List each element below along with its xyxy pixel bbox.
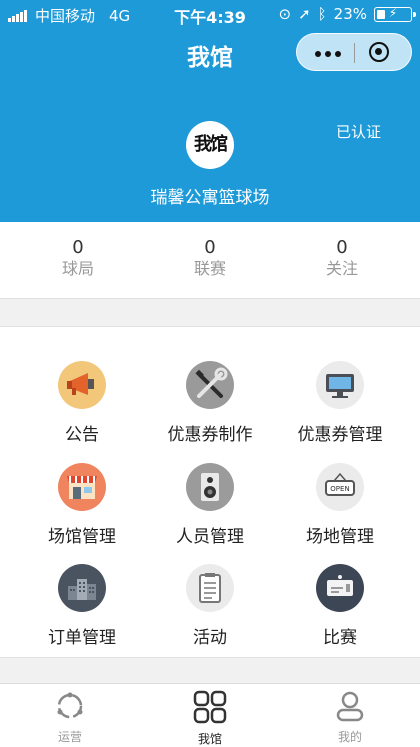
- menu-label: 场地管理: [306, 527, 374, 547]
- stat-label: 联赛: [193, 259, 226, 278]
- function-grid: 公告 优惠券制作 优惠券管理 场馆管理 人员管理 OPEN 场地管理 订单管理 …: [0, 326, 420, 658]
- menu-coupon-create[interactable]: 优惠券制作: [140, 361, 280, 445]
- stat-games[interactable]: 0 球局: [8, 238, 148, 280]
- stat-label: 球局: [61, 259, 94, 278]
- tools-icon: [186, 361, 234, 409]
- menu-label: 订单管理: [48, 628, 116, 648]
- menu-staff-manage[interactable]: 人员管理: [140, 463, 280, 547]
- tab-label: 我馆: [197, 732, 222, 746]
- tab-label: 运营: [57, 730, 82, 744]
- mini-program-capsule: [296, 33, 412, 71]
- menu-label: 优惠券制作: [167, 425, 253, 445]
- speaker-icon: [186, 463, 234, 511]
- bluetooth-icon: ᛒ: [317, 5, 327, 23]
- stat-label: 关注: [325, 259, 358, 278]
- clipboard-icon: [186, 564, 234, 612]
- menu-venue-manage[interactable]: 场馆管理: [12, 463, 152, 547]
- menu-order-manage[interactable]: 订单管理: [12, 564, 152, 648]
- svg-text:OPEN: OPEN: [330, 485, 349, 493]
- tab-bar: 运营 我馆 我的: [0, 683, 420, 747]
- header: 中国移动 4G 下午4:39 ⊙ ➚ ᛒ 23% ⚡ 我馆 已认证 我馆 瑞馨公…: [0, 0, 420, 222]
- menu-label: 场馆管理: [48, 527, 116, 547]
- menu-label: 优惠券管理: [297, 425, 383, 445]
- location-icon: ➚: [298, 5, 311, 23]
- status-bar: 中国移动 4G 下午4:39 ⊙ ➚ ᛒ 23% ⚡: [0, 0, 420, 28]
- storefront-icon: [58, 463, 106, 511]
- battery-icon: ⚡: [374, 6, 416, 22]
- battery-percent: 23%: [333, 5, 367, 23]
- menu-label: 活动: [193, 628, 227, 648]
- open-sign-icon: OPEN: [316, 463, 364, 511]
- tab-mine[interactable]: 我的: [280, 690, 420, 745]
- menu-court-manage[interactable]: OPEN 场地管理: [270, 463, 410, 547]
- tab-label: 我的: [337, 730, 362, 744]
- monitor-icon: [316, 361, 364, 409]
- menu-label: 比赛: [323, 628, 357, 648]
- buildings-icon: [58, 564, 106, 612]
- verified-badge: 已认证: [336, 123, 382, 141]
- menu-activity[interactable]: 活动: [140, 564, 280, 648]
- stat-follows[interactable]: 0 关注: [272, 238, 412, 280]
- tab-operation[interactable]: 运营: [0, 690, 140, 745]
- ticket-icon: [316, 564, 364, 612]
- more-icon[interactable]: [315, 51, 341, 57]
- operation-icon: [57, 692, 83, 719]
- stat-value: 0: [336, 237, 348, 258]
- venue-name: 瑞馨公寓篮球场: [150, 188, 270, 208]
- person-icon: [336, 691, 364, 722]
- menu-match[interactable]: 比赛: [270, 564, 410, 648]
- stat-leagues[interactable]: 0 联赛: [140, 238, 280, 280]
- menu-label: 公告: [65, 425, 99, 445]
- stats-bar: 0 球局 0 联赛 0 关注: [0, 222, 420, 299]
- menu-coupon-manage[interactable]: 优惠券管理: [270, 361, 410, 445]
- tab-my-venue[interactable]: 我馆: [140, 690, 280, 747]
- stat-value: 0: [204, 237, 216, 258]
- grid-icon: [193, 690, 227, 724]
- rotation-lock-icon: ⊙: [278, 5, 292, 23]
- close-target-icon[interactable]: [369, 42, 389, 62]
- venue-logo[interactable]: 我馆: [186, 121, 234, 169]
- menu-label: 人员管理: [176, 527, 244, 547]
- megaphone-icon: [58, 361, 106, 409]
- menu-announcement[interactable]: 公告: [12, 361, 152, 445]
- stat-value: 0: [72, 237, 84, 258]
